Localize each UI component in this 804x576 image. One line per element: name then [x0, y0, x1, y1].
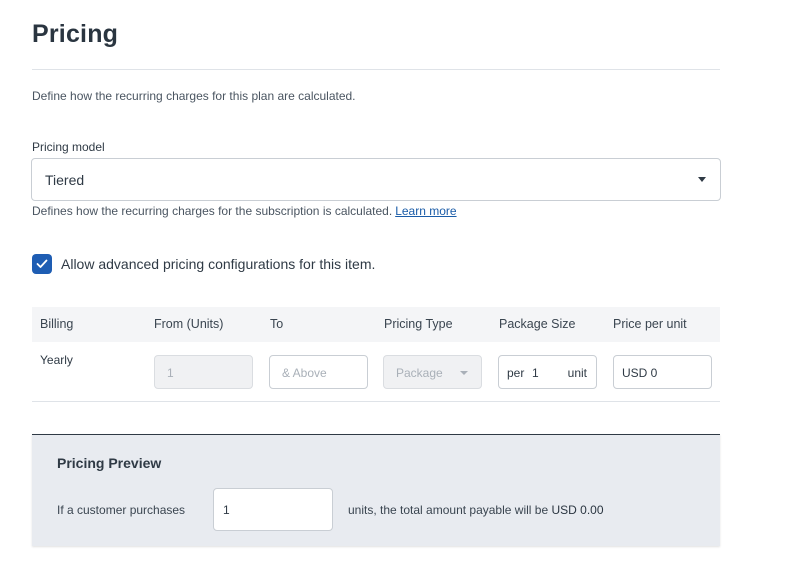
page-description: Define how the recurring charges for thi…	[32, 89, 356, 103]
tiers-table-header: Billing From (Units) To Pricing Type Pac…	[32, 307, 720, 342]
price-per-unit-input[interactable]: USD 0	[613, 355, 712, 389]
column-header-from: From (Units)	[154, 317, 223, 331]
preview-prefix-text: If a customer purchases	[57, 503, 185, 517]
from-units-value: 1	[167, 366, 174, 380]
column-header-price-per-unit: Price per unit	[613, 317, 687, 331]
advanced-pricing-label: Allow advanced pricing configurations fo…	[61, 256, 375, 272]
package-size-prefix: per	[507, 366, 524, 380]
price-per-unit-value: USD 0	[622, 366, 657, 380]
preview-result-text: units, the total amount payable will be …	[348, 503, 604, 517]
column-header-to: To	[270, 317, 283, 331]
title-divider	[32, 69, 720, 70]
pricing-preview-title: Pricing Preview	[57, 455, 161, 471]
chevron-down-icon	[698, 177, 706, 182]
package-size-value: 1	[532, 366, 539, 380]
pricing-model-value: Tiered	[45, 172, 84, 188]
preview-suffix-text: units, the total amount payable will be	[348, 503, 548, 517]
preview-total-amount: USD 0.00	[551, 503, 603, 517]
page-title: Pricing	[32, 20, 118, 49]
package-size-input[interactable]: per 1 unit	[498, 355, 597, 389]
checkmark-icon	[36, 259, 48, 269]
table-row: Yearly 1 & Above Package per 1 unit USD …	[32, 342, 720, 402]
column-header-package-size: Package Size	[499, 317, 575, 331]
pricing-model-help: Defines how the recurring charges for th…	[32, 204, 457, 218]
to-units-input[interactable]: & Above	[269, 355, 368, 389]
pricing-model-select[interactable]: Tiered	[31, 158, 721, 201]
pricing-type-select: Package	[383, 355, 482, 389]
from-units-input: 1	[154, 355, 253, 389]
column-header-billing: Billing	[40, 317, 73, 331]
pricing-type-value: Package	[396, 366, 443, 380]
learn-more-link[interactable]: Learn more	[395, 204, 456, 218]
billing-cell: Yearly	[40, 353, 73, 367]
chevron-down-icon	[460, 371, 468, 375]
column-header-pricing-type: Pricing Type	[384, 317, 453, 331]
package-size-unit: unit	[568, 366, 587, 380]
advanced-pricing-checkbox[interactable]	[32, 254, 52, 274]
to-units-placeholder: & Above	[282, 366, 327, 380]
pricing-model-label: Pricing model	[32, 140, 105, 154]
pricing-preview-panel: Pricing Preview If a customer purchases …	[32, 434, 720, 546]
preview-quantity-value: 1	[223, 503, 230, 517]
pricing-model-help-text: Defines how the recurring charges for th…	[32, 204, 392, 218]
preview-quantity-input[interactable]: 1	[213, 488, 333, 531]
